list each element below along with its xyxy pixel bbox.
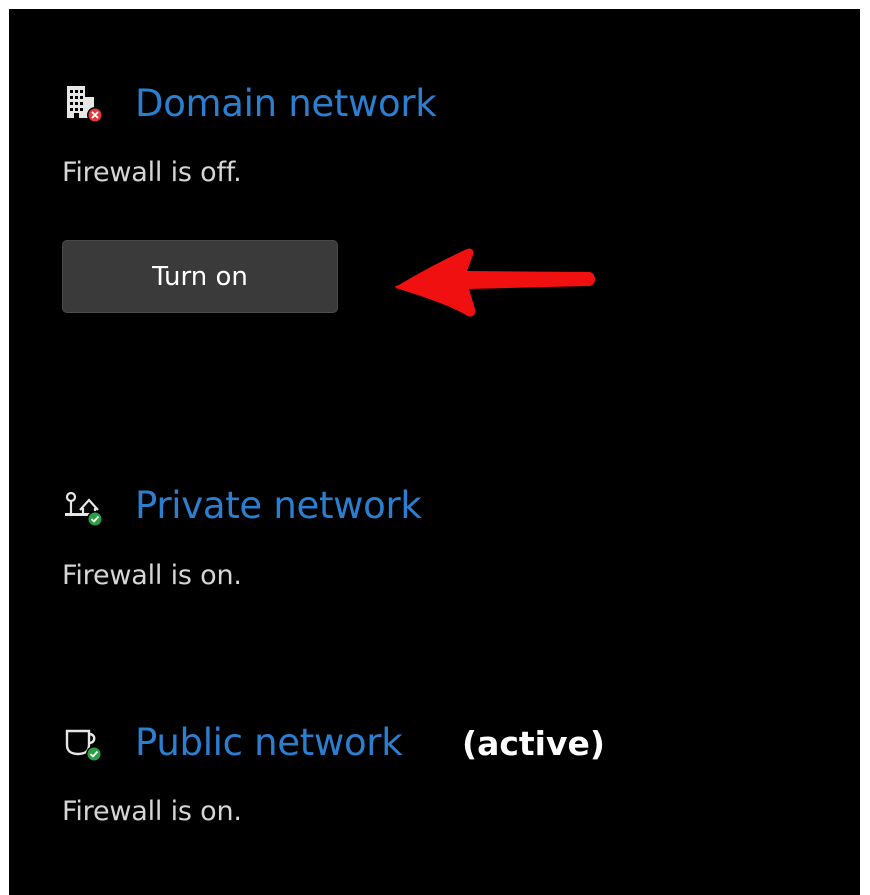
firewall-network-panel: Domain network Firewall is off. Turn on …	[9, 9, 860, 895]
private-network-link[interactable]: Private network	[135, 483, 422, 529]
active-label: (active)	[462, 724, 605, 763]
domain-network-link[interactable]: Domain network	[135, 81, 437, 127]
public-firewall-status: Firewall is on.	[62, 796, 242, 827]
domain-firewall-status: Firewall is off.	[62, 157, 242, 188]
coffee-cup-ok-icon	[62, 721, 106, 765]
turn-on-button[interactable]: Turn on	[62, 240, 338, 313]
red-arrow-left-icon	[389, 237, 609, 331]
private-firewall-status: Firewall is on.	[62, 560, 242, 591]
private-network-ok-icon	[62, 486, 106, 530]
public-network-link[interactable]: Public network	[135, 720, 403, 766]
building-error-icon	[62, 83, 106, 127]
